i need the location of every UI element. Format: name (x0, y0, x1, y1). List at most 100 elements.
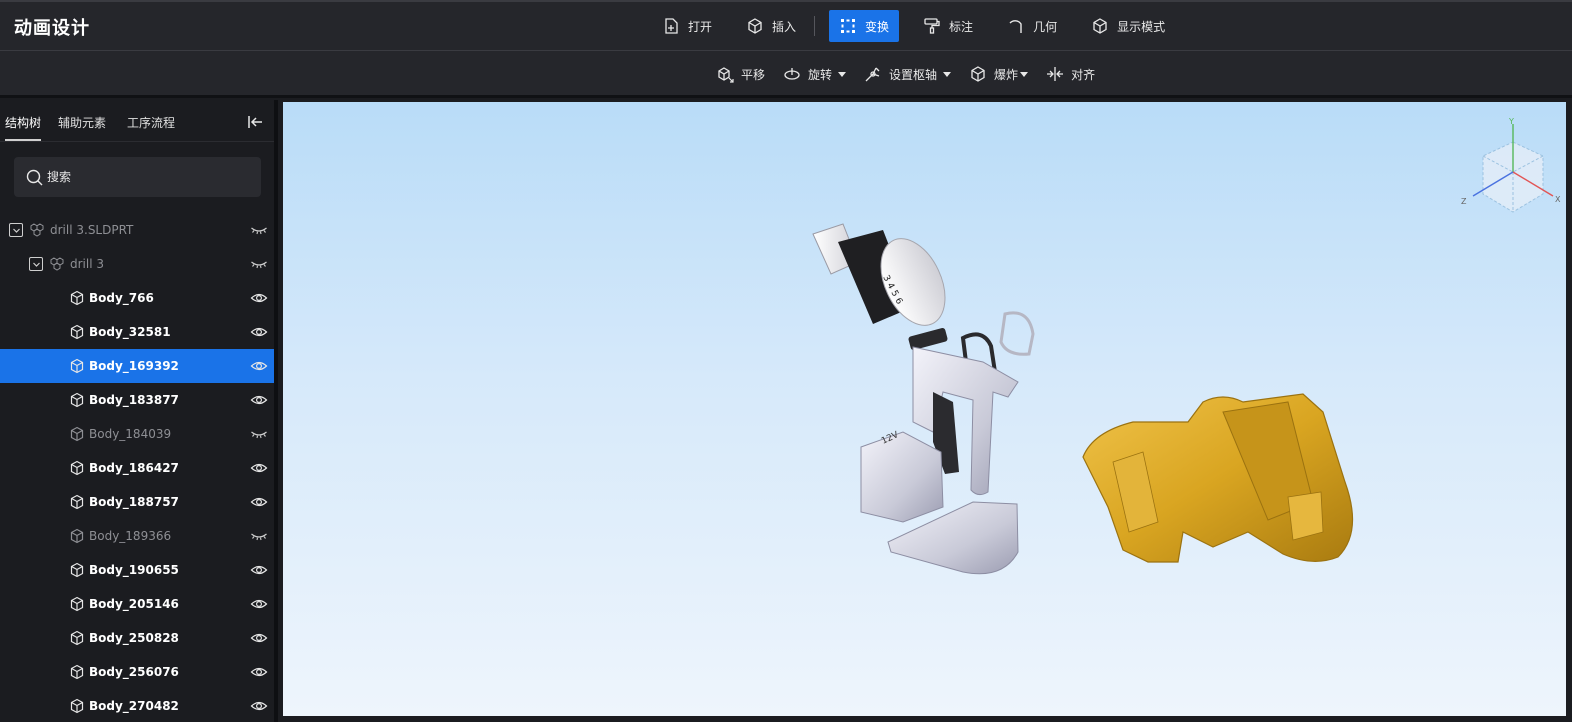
tree-row[interactable]: Body_256076 (0, 655, 274, 689)
menu-annotate-label: 标注 (949, 19, 974, 34)
chevron-down-icon (838, 71, 847, 77)
expand-toggle[interactable] (9, 223, 23, 237)
tree-row[interactable]: Body_766 (0, 281, 274, 315)
eye-icon[interactable] (250, 595, 268, 613)
cube-insert-icon (748, 18, 762, 34)
housing-part[interactable] (1082, 393, 1354, 563)
body-cube-icon (70, 562, 84, 578)
top-bar: 动画设计 打开 插入 变换 标注 几何 显示模式 (0, 0, 1572, 51)
menu-insert-label: 插入 (772, 19, 797, 34)
tool-translate-label: 平移 (741, 67, 766, 82)
structure-tree: drill 3.SLDPRT drill 3 Body_766 Body_32581 B… (0, 213, 274, 722)
eye-icon[interactable] (250, 663, 268, 681)
tree-item-label: Body_32581 (89, 325, 171, 339)
chevron-down-icon (12, 228, 20, 233)
eye-icon[interactable] (250, 459, 268, 477)
tree-item-label: Body_256076 (89, 665, 179, 679)
menu-insert[interactable]: 插入 (736, 10, 806, 42)
axis-x-label: X (1555, 195, 1561, 204)
search-icon (26, 169, 43, 185)
chevron-down-icon (32, 262, 40, 267)
eye-icon[interactable] (250, 629, 268, 647)
eye-icon[interactable] (250, 357, 268, 375)
3d-viewport[interactable]: 3 4 5 6 12V Y X Z (283, 102, 1566, 716)
tree-row[interactable]: Body_32581 (0, 315, 274, 349)
expand-toggle[interactable] (29, 257, 43, 271)
tool-explode-label: 爆炸 (994, 67, 1019, 82)
scene-canvas[interactable]: 3 4 5 6 12V Y X Z (283, 102, 1566, 716)
body-cube-icon (70, 460, 84, 476)
body-cube-icon (70, 426, 84, 442)
tree-row[interactable]: drill 3 (0, 247, 274, 281)
tool-rotate[interactable]: 旋转 (783, 65, 847, 83)
tool-explode[interactable]: 爆炸 (969, 65, 1029, 83)
tool-set-pivot[interactable]: 设置枢轴 (864, 65, 952, 83)
eye-icon[interactable] (250, 391, 268, 409)
tree-item-label: Body_190655 (89, 563, 179, 577)
menu-geometry-label: 几何 (1033, 19, 1058, 34)
menu-display-mode[interactable]: 显示模式 (1081, 10, 1175, 42)
menu-transform-label: 变换 (865, 19, 890, 34)
tree-row[interactable]: Body_183877 (0, 383, 274, 417)
tool-translate[interactable]: 平移 (716, 65, 765, 83)
menu-annotate[interactable]: 标注 (913, 10, 983, 42)
tree-row[interactable]: Body_188757 (0, 485, 274, 519)
menu-display-mode-label: 显示模式 (1117, 19, 1166, 34)
eye-closed-icon[interactable] (250, 255, 268, 273)
tree-item-label: Body_169392 (89, 359, 179, 373)
tree-item-label: Body_270482 (89, 699, 179, 713)
tree-item-label: Body_766 (89, 291, 154, 305)
tree-row[interactable]: Body_184039 (0, 417, 274, 451)
body-cube-icon (70, 596, 84, 612)
eye-icon[interactable] (250, 561, 268, 579)
body-cube-icon (70, 630, 84, 646)
tree-item-label: Body_186427 (89, 461, 179, 475)
menu-geometry[interactable]: 几何 (997, 10, 1067, 42)
tab-auxiliary-elements[interactable]: 辅助元素 (58, 114, 106, 131)
menu-open[interactable]: 打开 (652, 10, 722, 42)
tree-item-label: Body_188757 (89, 495, 179, 509)
arc-icon (1009, 20, 1022, 33)
pivot-icon (865, 67, 880, 82)
body-cube-icon (70, 664, 84, 680)
collapse-panel-icon[interactable] (246, 113, 264, 131)
tree-row[interactable]: Body_189366 (0, 519, 274, 553)
tool-rotate-label: 旋转 (808, 67, 833, 82)
menu-divider (814, 16, 816, 36)
eye-icon[interactable] (250, 289, 268, 307)
tree-item-label: Body_184039 (89, 427, 172, 441)
move-cube-icon (718, 67, 734, 83)
tree-row[interactable]: drill 3.SLDPRT (0, 213, 274, 247)
file-add-icon (665, 18, 678, 34)
tab-structure-tree[interactable]: 结构树 (5, 114, 41, 131)
eye-icon[interactable] (250, 323, 268, 341)
eye-closed-icon[interactable] (250, 221, 268, 239)
tree-row[interactable]: Body_205146 (0, 587, 274, 621)
eye-icon[interactable] (250, 697, 268, 715)
tree-row[interactable]: Body_270482 (0, 689, 274, 722)
chuck-part[interactable]: 3 4 5 6 (812, 223, 958, 336)
tree-row[interactable]: Body_190655 (0, 553, 274, 587)
menu-transform[interactable]: 变换 (829, 10, 900, 42)
view-cube[interactable]: Y X Z (1461, 117, 1561, 213)
tree-row[interactable]: Body_186427 (0, 451, 274, 485)
active-tab-indicator (5, 139, 41, 141)
tool-align[interactable]: 对齐 (1046, 65, 1095, 83)
search-input[interactable] (47, 170, 247, 184)
tree-item-label: drill 3.SLDPRT (50, 223, 134, 237)
paint-roller-icon (924, 18, 940, 34)
rotate-icon (784, 68, 800, 80)
tab-process-flow[interactable]: 工序流程 (127, 114, 175, 131)
eye-icon[interactable] (250, 493, 268, 511)
tree-row[interactable]: Body_169392 (0, 349, 274, 383)
tree-item-label: Body_250828 (89, 631, 179, 645)
tree-item-label: Body_189366 (89, 529, 172, 543)
tree-item-label: Body_183877 (89, 393, 179, 407)
eye-closed-icon[interactable] (250, 527, 268, 545)
chevron-down-icon (943, 71, 952, 77)
tree-row[interactable]: Body_250828 (0, 621, 274, 655)
eye-closed-icon[interactable] (250, 425, 268, 443)
tool-set-pivot-label: 设置枢轴 (889, 67, 938, 82)
battery-part[interactable]: 12V (860, 430, 1019, 575)
transform-toolbar: 平移 旋转 设置枢轴 爆炸 对齐 (0, 51, 1572, 98)
